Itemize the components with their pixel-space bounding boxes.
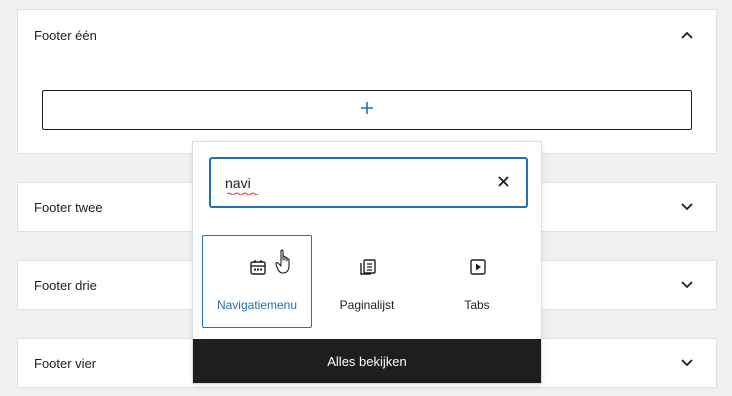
block-result-label: Paginalijst [339,298,395,312]
page-list-icon [358,257,378,277]
block-result-navigatiemenu[interactable]: Navigatiemenu [202,235,312,328]
browse-all-label: Alles bekijken [327,353,407,369]
block-result-tabs[interactable]: Tabs [422,235,532,328]
plus-icon [360,101,374,120]
tabs-icon [468,257,488,277]
block-results-list: Navigatiemenu Paginalijst Tabs [202,235,532,328]
panel-title: Footer één [34,27,97,43]
block-result-paginalijst[interactable]: Paginalijst [312,235,422,328]
block-result-label: Tabs [464,298,490,312]
panel-title: Footer twee [34,199,103,215]
chevron-up-icon [680,28,694,42]
panel-title: Footer drie [34,277,97,293]
block-result-label: Navigatiemenu [216,298,298,312]
browse-all-button[interactable]: Alles bekijken [193,339,541,383]
block-search-field [209,157,528,208]
spellcheck-underline [227,192,258,195]
calendar-icon [248,257,268,277]
block-search-input[interactable] [225,172,485,194]
add-block-button[interactable] [42,90,692,130]
close-icon [497,174,509,192]
block-inserter-popover: Navigatiemenu Paginalijst Tabs [192,141,542,384]
chevron-down-icon [680,356,694,370]
panel-title: Footer vier [34,355,97,371]
panel-toggle-footer-een[interactable]: Footer één [18,10,716,60]
chevron-down-icon [680,200,694,214]
chevron-down-icon [680,278,694,292]
clear-search-button[interactable] [494,174,512,192]
footer-panel-1: Footer één [17,9,717,154]
